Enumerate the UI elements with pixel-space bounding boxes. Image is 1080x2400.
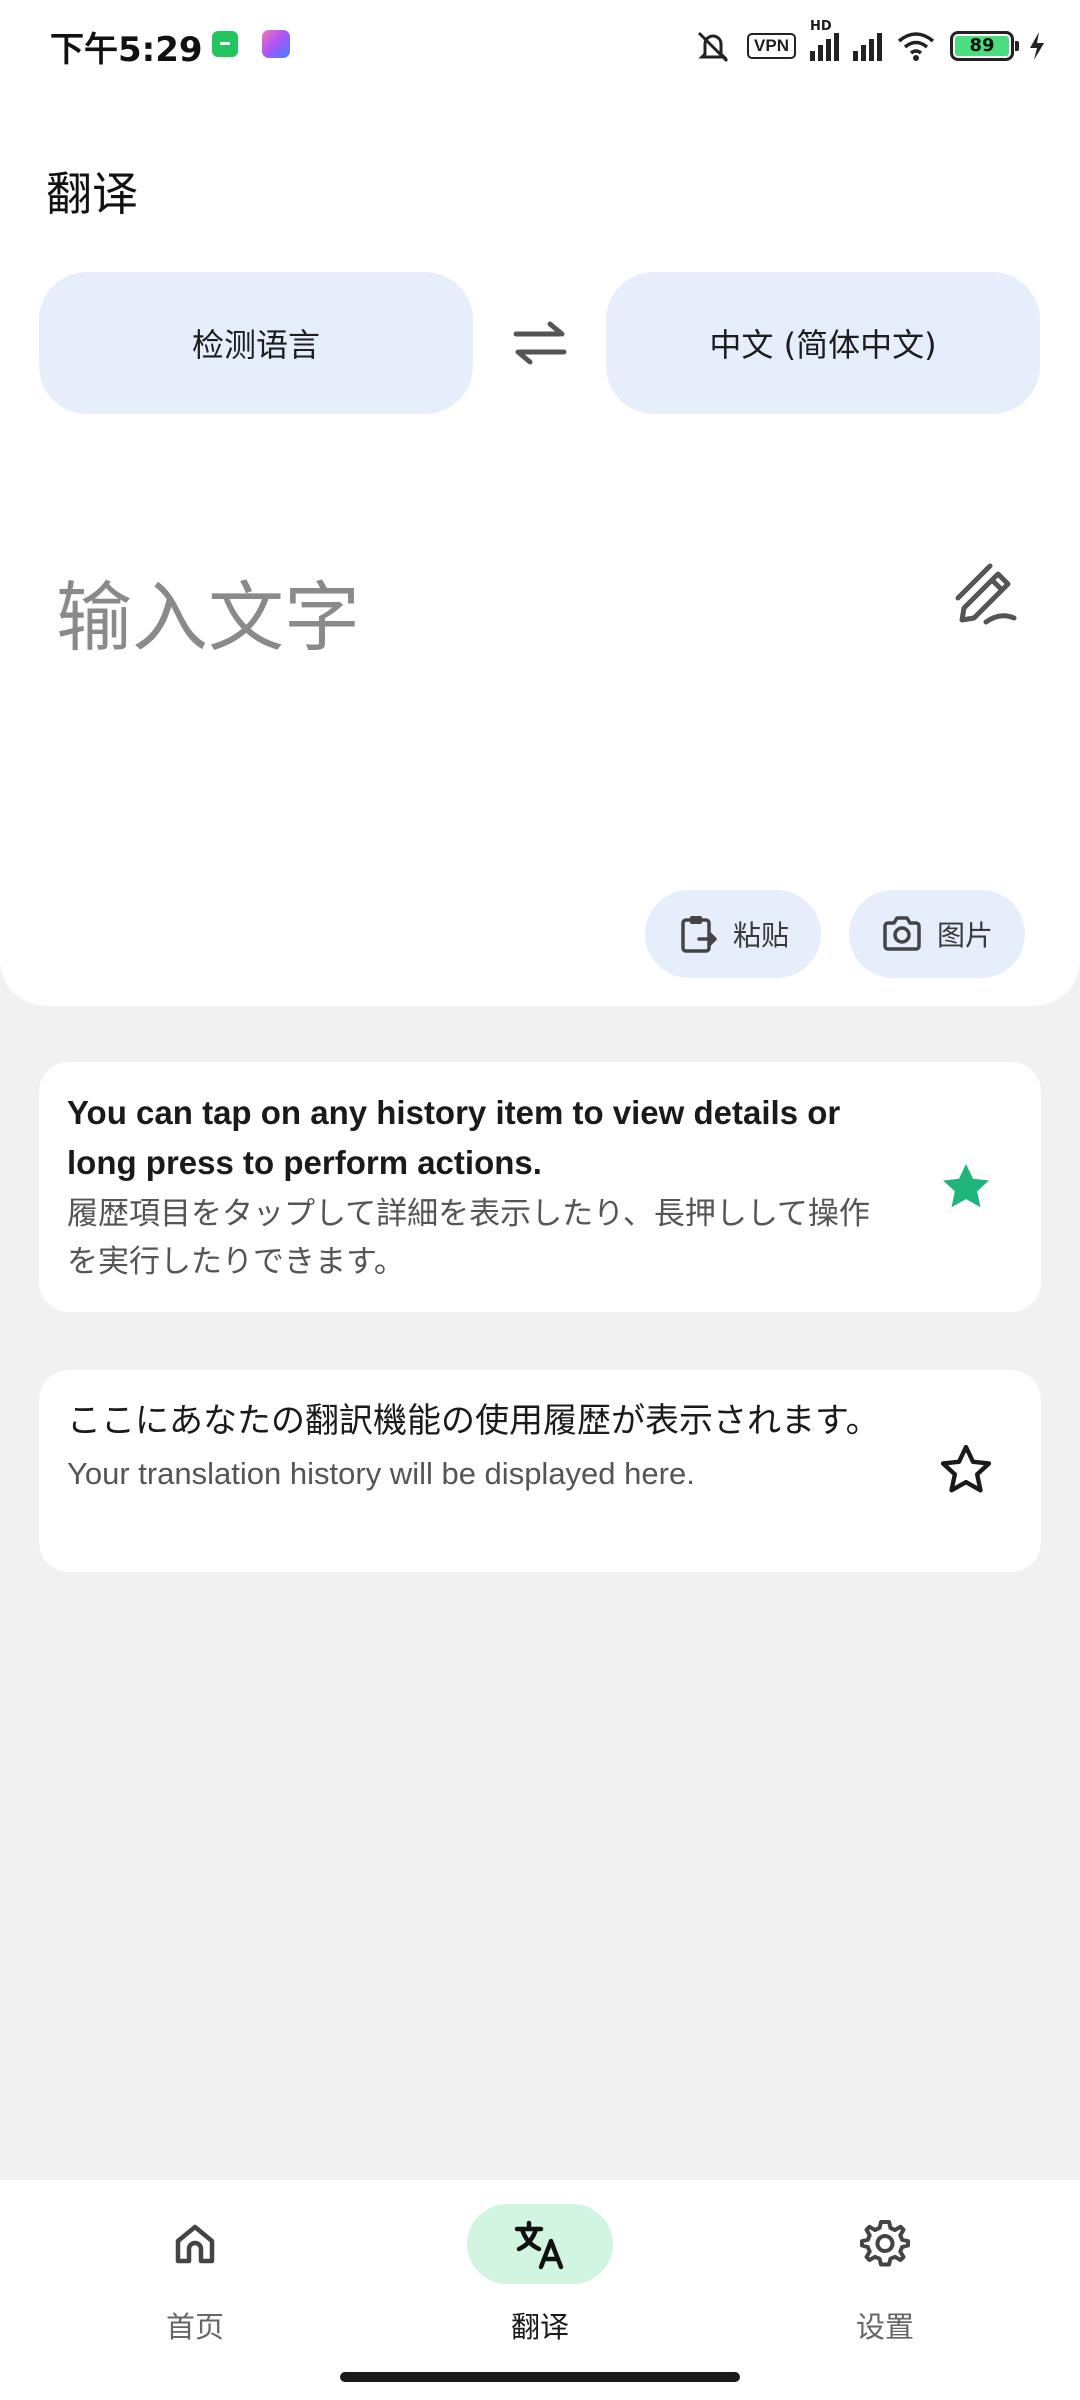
history-item[interactable]: You can tap on any history item to view …	[39, 1062, 1041, 1312]
battery-level: 89	[955, 36, 1009, 56]
history-item-secondary-text: Your translation history will be display…	[67, 1456, 695, 1491]
source-language-button[interactable]: 检测语言	[39, 272, 473, 414]
signal-icon: HD	[810, 19, 839, 61]
translate-panel	[0, 0, 1080, 1006]
swap-icon[interactable]	[508, 318, 572, 368]
nav-label-settings: 设置	[855, 2310, 914, 2344]
paste-button[interactable]: 粘贴	[645, 890, 821, 978]
paste-label: 粘贴	[733, 919, 790, 952]
target-language-button[interactable]: 中文 (简体中文)	[606, 272, 1040, 414]
clipboard-icon	[681, 916, 717, 953]
gear-icon	[860, 2220, 910, 2267]
charging-icon	[1030, 32, 1044, 60]
nav-item-home[interactable]: 首页	[75, 2204, 315, 2354]
source-language-label: 检测语言	[191, 326, 320, 364]
handwriting-icon[interactable]	[950, 558, 1022, 630]
status-icons: VPN HD 89	[693, 19, 1046, 66]
history-item[interactable]: ここにあなたの翻訳機能の使用履歴が表示されます。 Your translatio…	[39, 1370, 1041, 1572]
nav-item-settings[interactable]: 设置	[765, 2204, 1005, 2354]
nav-label-home: 首页	[165, 2310, 224, 2344]
nav-item-translate[interactable]: 翻译	[420, 2204, 660, 2354]
home-indicator[interactable]	[340, 2372, 740, 2382]
status-time: 下午5:29	[50, 30, 203, 70]
bottom-navigation: 首页 翻译 设置	[0, 2180, 1080, 2400]
mute-icon	[697, 31, 729, 63]
network-type: HD	[810, 19, 832, 34]
nav-label-translate: 翻译	[510, 2310, 569, 2344]
battery-icon: 89	[950, 31, 1019, 61]
signal-icon	[853, 31, 882, 61]
star-outline-icon[interactable]	[937, 1441, 995, 1499]
wifi-icon	[897, 32, 935, 61]
star-filled-icon[interactable]	[937, 1158, 995, 1216]
app-icon	[262, 30, 290, 58]
history-item-primary-text: ここにあなたの翻訳機能の使用履歴が表示されます。	[67, 1401, 880, 1441]
translate-icon	[514, 2220, 564, 2270]
text-input[interactable]: 输入文字	[56, 556, 360, 666]
page-title: 翻译	[46, 167, 138, 221]
status-bar: 下午5:29 VPN HD 89	[0, 0, 1080, 90]
history-item-secondary-text: 履歴項目をタップして詳細を表示したり、長押しして操作を実行したりできます。	[67, 1196, 870, 1280]
target-language-label: 中文 (简体中文)	[709, 326, 937, 364]
download-icon	[212, 31, 238, 57]
camera-icon	[883, 916, 921, 951]
image-button[interactable]: 图片	[849, 890, 1025, 978]
vpn-badge: VPN	[747, 33, 796, 59]
home-icon	[175, 2224, 215, 2264]
image-label: 图片	[937, 919, 994, 952]
history-item-primary-text: You can tap on any history item to view …	[67, 1094, 841, 1181]
